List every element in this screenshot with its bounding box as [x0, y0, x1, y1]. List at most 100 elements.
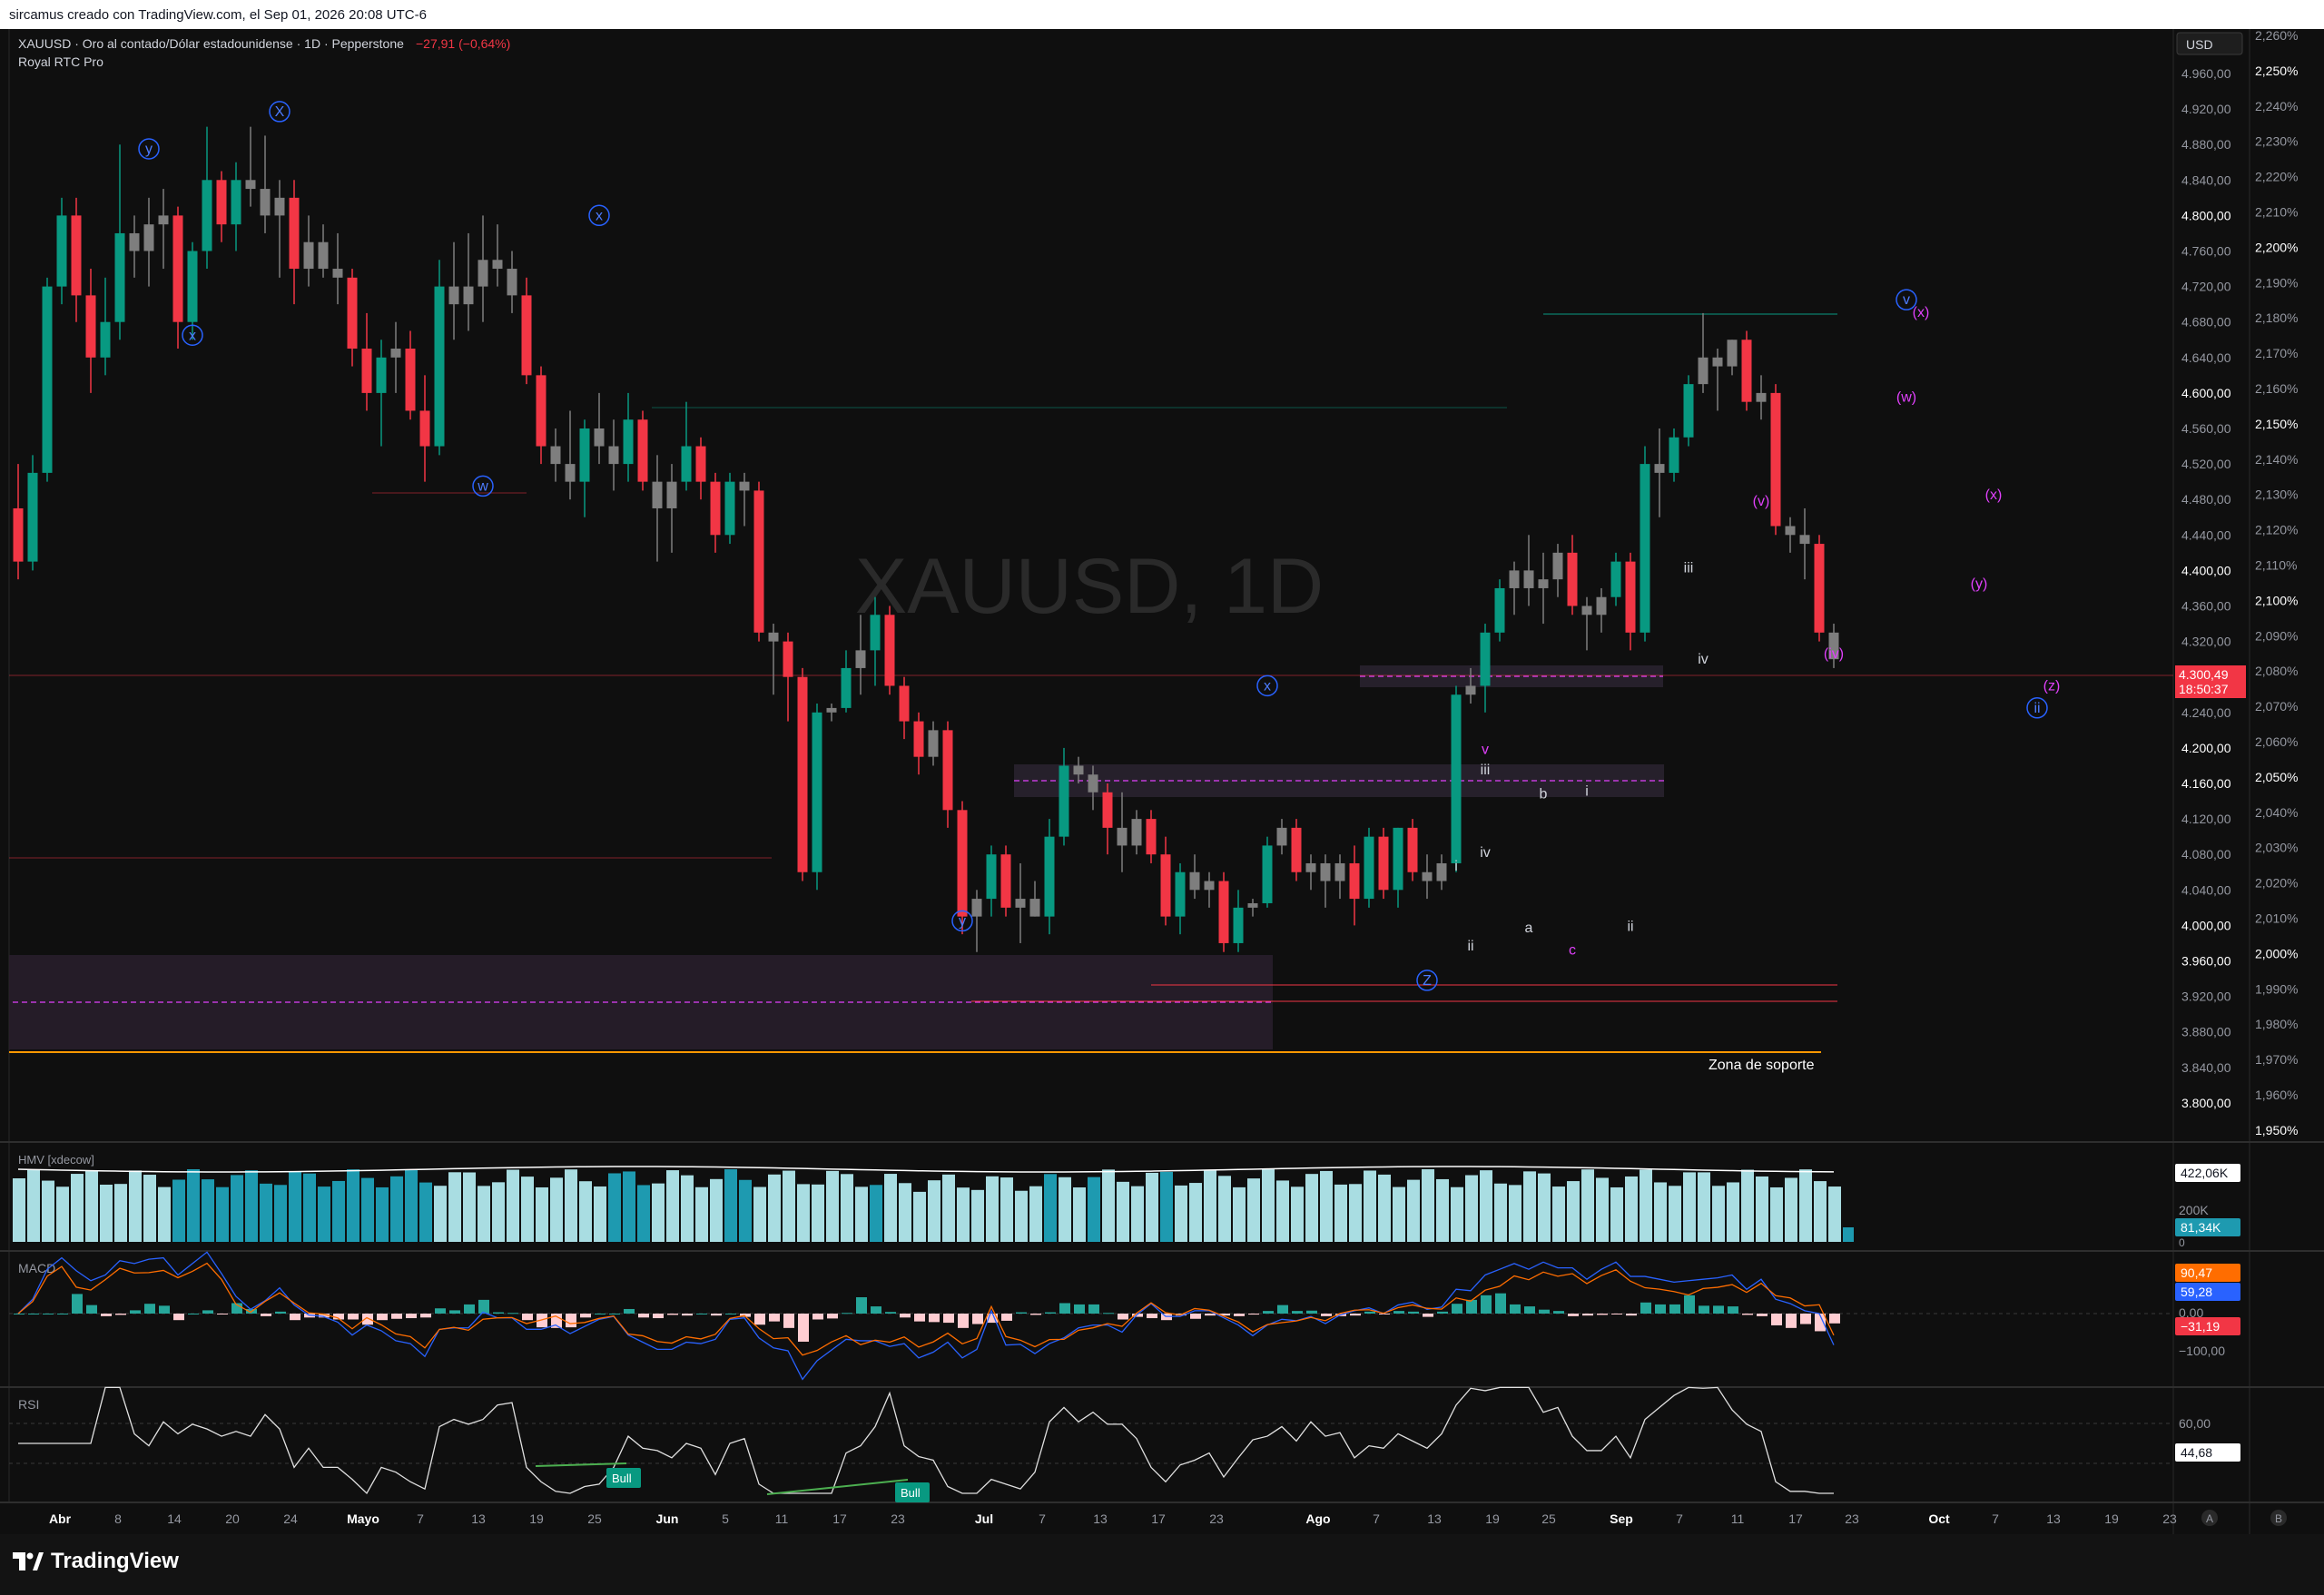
- macd-label[interactable]: MACD: [18, 1261, 55, 1275]
- macd-hist-bar: [1016, 1312, 1027, 1314]
- symbol-title[interactable]: XAUUSD · Oro al contado/Dólar estadounid…: [18, 36, 404, 51]
- price-tick-label: 3.800,00: [2181, 1096, 2231, 1110]
- percent-tick-label: 1,950%: [2255, 1123, 2298, 1137]
- volume-bar: [1059, 1177, 1071, 1242]
- wave-label: iv: [1698, 652, 1709, 667]
- candle-body: [1683, 384, 1694, 438]
- time-tick-label: 11: [1731, 1511, 1745, 1526]
- macd-hist-bar: [275, 1311, 286, 1314]
- time-tick-label: 7: [1992, 1511, 1999, 1526]
- macd-hist-bar: [972, 1314, 983, 1324]
- volume-bar: [1799, 1169, 1812, 1242]
- candle-body: [405, 349, 416, 411]
- rsi-label[interactable]: RSI: [18, 1397, 39, 1412]
- volume-bar: [1770, 1186, 1783, 1242]
- candle-body: [536, 375, 547, 447]
- macd-hist-bar: [290, 1314, 300, 1321]
- candle-body: [1029, 899, 1040, 917]
- wave-label: w: [477, 478, 488, 494]
- candle-body: [768, 632, 779, 642]
- candle-body: [114, 232, 125, 322]
- price-tick-label: 4.560,00: [2181, 421, 2231, 436]
- time-tick-label: 19: [2104, 1511, 2119, 1526]
- macd-hist-bar: [842, 1313, 852, 1314]
- volume-bar: [448, 1172, 461, 1242]
- volume-bar: [1000, 1177, 1013, 1242]
- candle-body: [812, 712, 822, 872]
- volume-bar: [942, 1174, 955, 1242]
- candle-body: [347, 277, 358, 350]
- candle-body: [1596, 596, 1607, 615]
- macd-hist-bar: [1495, 1293, 1506, 1314]
- candle-body: [1610, 561, 1621, 597]
- percent-tick-label: 1,970%: [2255, 1052, 2298, 1067]
- candle-body: [1393, 827, 1403, 891]
- brand-name: TradingView: [51, 1549, 179, 1573]
- wave-label: x: [189, 328, 196, 343]
- volume-label[interactable]: HMV [xdecow]: [18, 1153, 94, 1167]
- candle-body: [1247, 902, 1258, 908]
- indicator-name[interactable]: Royal RTC Pro: [18, 54, 103, 69]
- volume-bar: [1175, 1185, 1187, 1242]
- volume-bar: [274, 1185, 287, 1242]
- macd-hist-bar: [1263, 1311, 1274, 1314]
- percent-tick-label: 2,030%: [2255, 841, 2298, 855]
- macd-hist-bar: [1103, 1313, 1114, 1314]
- candle-body: [274, 197, 285, 216]
- volume-bar: [419, 1182, 432, 1242]
- macd-hist-bar: [449, 1310, 460, 1314]
- macd-hist-bar: [900, 1314, 911, 1318]
- percent-tick-label: 2,190%: [2255, 275, 2298, 290]
- volume-bar: [1756, 1176, 1768, 1242]
- volume-bar: [1843, 1227, 1854, 1242]
- volume-bar: [1218, 1176, 1231, 1242]
- candle-body: [1276, 827, 1287, 846]
- volume-bar: [753, 1186, 766, 1242]
- price-tick-label: 4.600,00: [2181, 386, 2231, 400]
- volume-bar: [1712, 1186, 1725, 1242]
- candle-body: [1727, 340, 1738, 367]
- candle-body: [1189, 871, 1200, 891]
- volume-bar: [390, 1176, 403, 1242]
- percent-tick-label: 2,050%: [2255, 770, 2298, 784]
- wave-label: a: [1525, 921, 1533, 936]
- wave-label: iii: [1684, 560, 1694, 576]
- time-tick-label: 19: [529, 1511, 544, 1526]
- volume-bar: [1538, 1173, 1551, 1242]
- candle-body: [579, 428, 590, 482]
- macd-hist-bar: [638, 1314, 649, 1318]
- wave-label: i: [1454, 859, 1458, 874]
- candle-body: [1640, 464, 1650, 633]
- macd-line-value: 59,28: [2181, 1285, 2212, 1299]
- volume-bar: [812, 1184, 824, 1242]
- candle-body: [1654, 464, 1665, 473]
- candle-body: [129, 232, 140, 251]
- candle: [1640, 446, 1650, 642]
- chart-canvas[interactable]: XAUUSD, 1D XyxxwyxZvii(x)(w)(x)(y)(v)(iv…: [0, 29, 2324, 1534]
- percent-tick-label: 2,100%: [2255, 593, 2298, 607]
- candle-body: [1204, 881, 1215, 891]
- volume-bar: [1480, 1170, 1492, 1242]
- candle-body: [1088, 774, 1098, 793]
- volume-bar: [971, 1189, 984, 1242]
- percent-tick-label: 2,200%: [2255, 240, 2298, 254]
- macd-hist-bar: [929, 1314, 940, 1323]
- candle-body: [1785, 526, 1796, 536]
- price-change: −27,91 (−0,64%): [416, 36, 510, 51]
- candle: [1000, 845, 1011, 917]
- volume-bar: [216, 1186, 229, 1242]
- wave-label: y: [959, 913, 966, 929]
- macd-hist-bar: [754, 1314, 765, 1325]
- price-tick-label: 4.680,00: [2181, 315, 2231, 330]
- macd-hist-bar: [1699, 1305, 1709, 1314]
- time-tick-label: 13: [471, 1511, 486, 1526]
- macd-hist-bar: [202, 1310, 213, 1314]
- macd-hist-bar: [783, 1314, 794, 1328]
- time-tick-label: Sep: [1610, 1511, 1633, 1526]
- volume-bar: [376, 1186, 389, 1242]
- price-tick-label: 4.920,00: [2181, 102, 2231, 116]
- time-tick-label: 23: [1845, 1511, 1859, 1526]
- candle: [1814, 535, 1825, 642]
- percent-tick-label: 1,980%: [2255, 1017, 2298, 1031]
- candle-body: [841, 667, 852, 708]
